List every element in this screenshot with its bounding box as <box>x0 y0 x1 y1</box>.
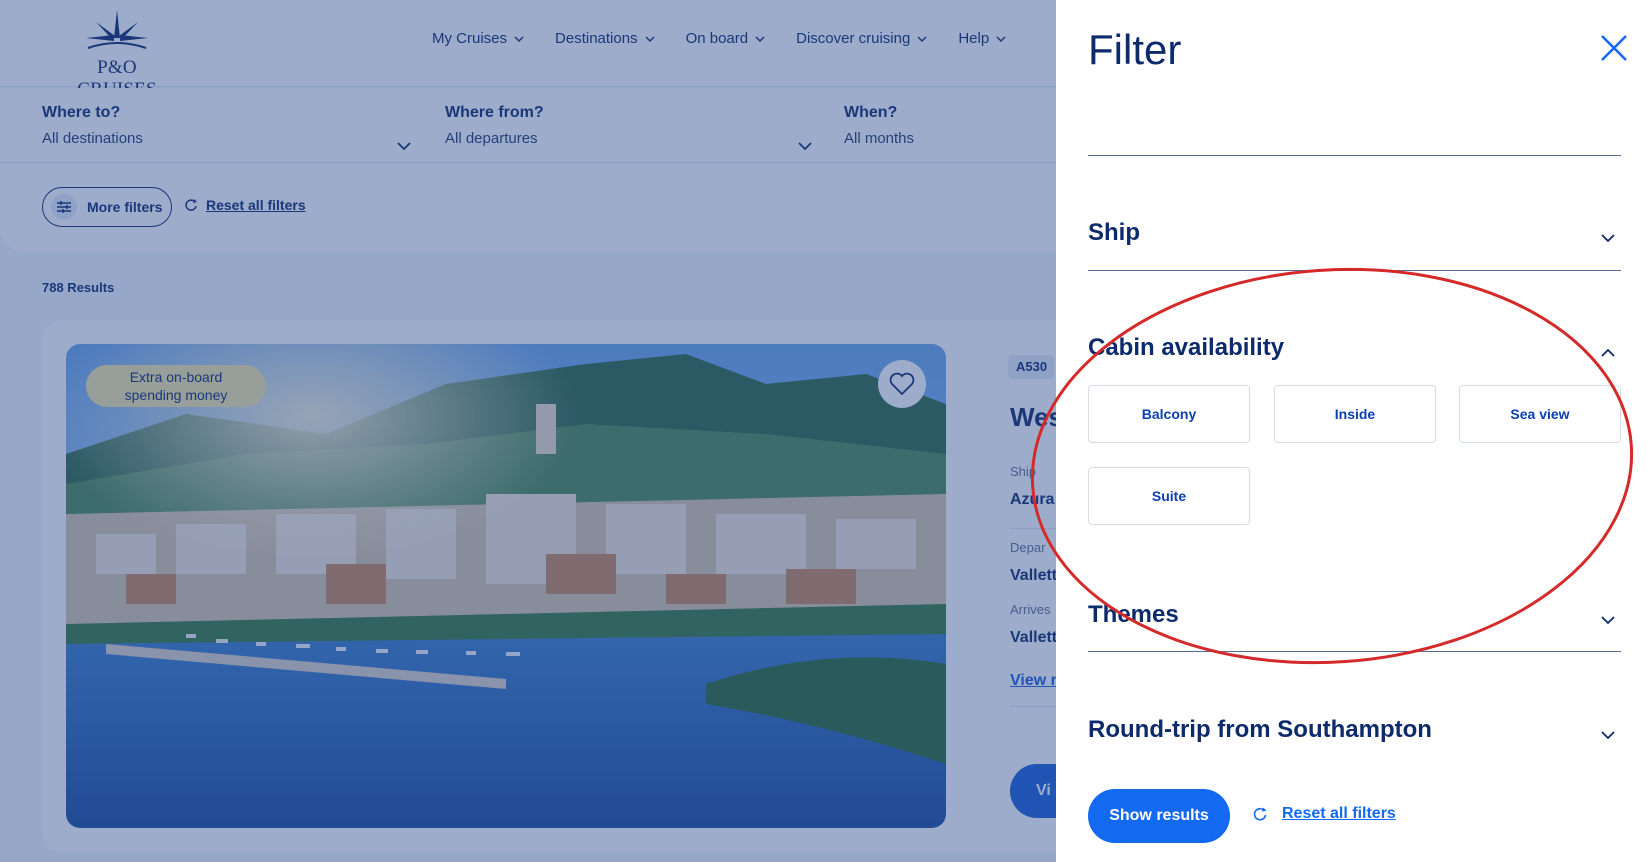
section-cabin-availability[interactable]: Cabin availability <box>1088 334 1621 374</box>
chevron-down-icon <box>1601 616 1615 625</box>
show-results-button[interactable]: Show results <box>1088 789 1230 843</box>
chevron-up-icon <box>1601 348 1615 357</box>
modal-overlay[interactable] <box>0 0 1056 862</box>
cabin-option-sea-view[interactable]: Sea view <box>1459 385 1621 443</box>
section-title: Round-trip from Southampton <box>1088 716 1432 743</box>
close-icon[interactable] <box>1598 32 1630 64</box>
panel-title: Filter <box>1088 26 1182 73</box>
cabin-option-balcony[interactable]: Balcony <box>1088 385 1250 443</box>
section-divider <box>1088 155 1621 156</box>
reset-label: Reset all filters <box>1282 805 1396 822</box>
cabin-option-suite[interactable]: Suite <box>1088 467 1250 525</box>
section-title: Ship <box>1088 219 1140 246</box>
chevron-down-icon <box>1601 731 1615 740</box>
section-divider <box>1088 651 1621 652</box>
section-title: Cabin availability <box>1088 334 1285 361</box>
chevron-down-icon <box>1601 234 1615 243</box>
reset-icon <box>1253 807 1267 821</box>
section-divider <box>1088 270 1621 271</box>
reset-filters-link[interactable]: Reset all filters <box>1252 805 1396 823</box>
cabin-option-inside[interactable]: Inside <box>1274 385 1436 443</box>
filter-panel: Filter Ship Cabin availability Balcony I… <box>1056 0 1647 862</box>
section-ship[interactable]: Ship <box>1088 219 1621 259</box>
section-title: Themes <box>1088 601 1179 628</box>
section-themes[interactable]: Themes <box>1088 601 1621 641</box>
section-round-trip-southampton[interactable]: Round-trip from Southampton <box>1088 716 1621 756</box>
